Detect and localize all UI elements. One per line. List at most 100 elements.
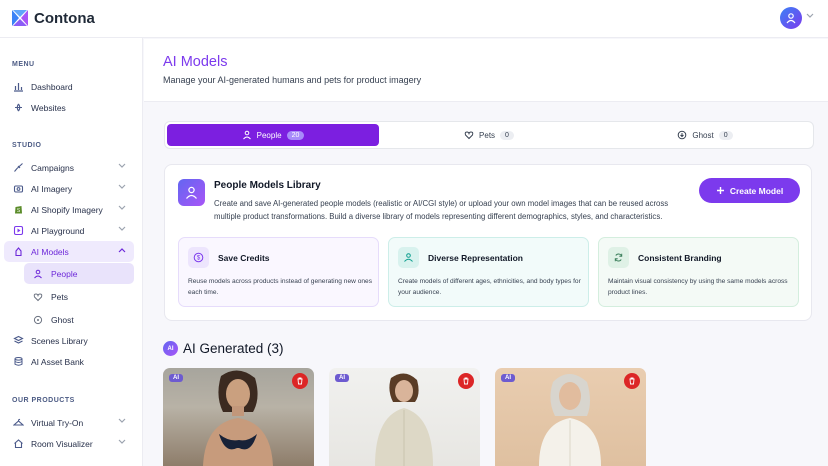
sidebar-item-label: AI Models [31, 246, 69, 257]
sidebar-subitem-ghost[interactable]: Ghost [24, 309, 134, 330]
campaigns-icon [12, 162, 24, 174]
feature-diverse-representation: Diverse Representation Create models of … [388, 237, 589, 307]
sidebar-subitem-pets[interactable]: Pets [24, 286, 134, 307]
tab-label: People [256, 130, 282, 140]
tab-pets[interactable]: Pets 0 [383, 124, 595, 146]
model-card[interactable]: AI [495, 368, 646, 466]
create-model-button[interactable]: Create Model [699, 178, 800, 203]
layers-icon [12, 335, 24, 347]
ai-generated-header: AI AI Generated (3) [163, 341, 284, 356]
library-title: People Models Library [214, 180, 321, 191]
feature-title: Consistent Branding [638, 253, 722, 263]
sidebar-item-ai-imagery[interactable]: AI Imagery [4, 178, 134, 199]
section-studio-label: STUDIO [12, 142, 42, 149]
library-card: People Models Library Create and save AI… [164, 164, 812, 321]
tab-label: Ghost [692, 130, 714, 140]
logo-icon [12, 10, 28, 26]
count-badge: 20 [286, 130, 305, 140]
app-name: Contona [34, 9, 95, 27]
model-card[interactable]: AI [329, 368, 480, 466]
sidebar-item-label: AI Playground [31, 225, 85, 236]
sidebar-item-scenes-library[interactable]: Scenes Library [4, 330, 134, 351]
sidebar-item-label: Campaigns [31, 162, 74, 173]
sidebar-item-websites[interactable]: Websites [4, 97, 134, 118]
logo[interactable]: Contona [10, 8, 95, 28]
sidebar-item-label: Ghost [51, 314, 74, 325]
delete-button[interactable] [458, 373, 474, 389]
sidebar-item-campaigns[interactable]: Campaigns [4, 157, 134, 178]
page-header: AI Models Manage your AI-generated human… [144, 39, 828, 102]
create-model-label: Create Model [729, 185, 784, 196]
playground-icon [12, 225, 24, 237]
model-type-tabs: People 20 Pets 0 Ghost 0 [164, 121, 814, 149]
imagery-icon [12, 183, 24, 195]
chevron-up-icon [118, 248, 126, 253]
sidebar-item-dashboard[interactable]: Dashboard [4, 76, 134, 97]
models-icon [12, 246, 24, 258]
trash-icon [629, 377, 635, 385]
refresh-icon [608, 247, 629, 268]
section-title: AI Generated (3) [183, 341, 284, 356]
feature-title: Diverse Representation [428, 253, 523, 263]
sidebar-item-label: AI Imagery [31, 183, 73, 194]
feature-save-credits: $ Save Credits Reuse models across produ… [178, 237, 379, 307]
count-badge: 0 [500, 130, 514, 140]
chevron-down-icon [118, 205, 126, 210]
page-title: AI Models [163, 54, 228, 70]
chevron-down-icon [118, 163, 126, 168]
heart-icon [32, 291, 44, 303]
count-badge: 0 [718, 130, 733, 140]
sidebar-item-label: AI Shopify Imagery [31, 204, 103, 215]
section-menu-label: MENU [12, 61, 35, 68]
sidebar-item-label: Virtual Try-On [31, 417, 84, 428]
shopify-icon: S [12, 204, 24, 216]
hanger-icon [12, 417, 24, 429]
chevron-down-icon[interactable] [806, 13, 814, 19]
feature-description: Reuse models across products instead of … [188, 278, 373, 296]
tab-ghost[interactable]: Ghost 0 [599, 124, 811, 146]
sidebar-item-room-visualizer[interactable]: Room Visualizer [4, 433, 134, 454]
sidebar-item-ai-asset-bank[interactable]: AI Asset Bank [4, 351, 134, 372]
database-icon [12, 356, 24, 368]
sidebar-item-ai-playground[interactable]: AI Playground [4, 220, 134, 241]
home-icon [12, 438, 24, 450]
ghost-icon [32, 314, 44, 326]
sidebar: MENU Dashboard Websites STUDIO Campaigns… [0, 38, 143, 466]
delete-button[interactable] [292, 373, 308, 389]
ai-tag: AI [501, 374, 515, 382]
ai-tag: AI [169, 374, 183, 382]
sidebar-item-label: Websites [31, 102, 66, 113]
feature-description: Maintain visual consistency by using the… [608, 278, 788, 296]
sidebar-item-label: Scenes Library [31, 335, 88, 346]
dollar-icon: $ [188, 247, 209, 268]
people-icon [398, 247, 419, 268]
trash-icon [463, 377, 469, 385]
ai-badge: AI [163, 341, 178, 356]
chevron-down-icon [118, 184, 126, 189]
top-bar: Contona [0, 0, 828, 38]
ghost-icon [678, 130, 687, 140]
person-icon [32, 268, 44, 280]
sidebar-item-label: Room Visualizer [31, 438, 93, 449]
sidebar-item-ai-models[interactable]: AI Models [4, 241, 134, 262]
chevron-down-icon [118, 439, 126, 444]
library-description: Create and save AI-generated people mode… [214, 199, 669, 221]
delete-button[interactable] [624, 373, 640, 389]
heart-icon [464, 131, 474, 140]
chevron-down-icon [118, 226, 126, 231]
feature-description: Create models of different ages, ethnici… [398, 278, 581, 296]
feature-title: Save Credits [218, 253, 270, 263]
tab-people[interactable]: People 20 [167, 124, 379, 146]
sidebar-item-label: People [51, 268, 78, 279]
sidebar-item-ai-shopify-imagery[interactable]: S AI Shopify Imagery [4, 199, 134, 220]
sidebar-item-virtual-try-on[interactable]: Virtual Try-On [4, 412, 134, 433]
svg-text:$: $ [197, 256, 201, 262]
avatar[interactable] [780, 7, 802, 29]
sidebar-subitem-people[interactable]: People [24, 263, 134, 284]
bar-chart-icon [12, 81, 24, 93]
user-icon [786, 13, 796, 24]
model-card[interactable]: AI [163, 368, 314, 466]
tab-label: Pets [479, 130, 496, 140]
people-library-icon [178, 179, 205, 206]
plus-icon [716, 187, 724, 194]
